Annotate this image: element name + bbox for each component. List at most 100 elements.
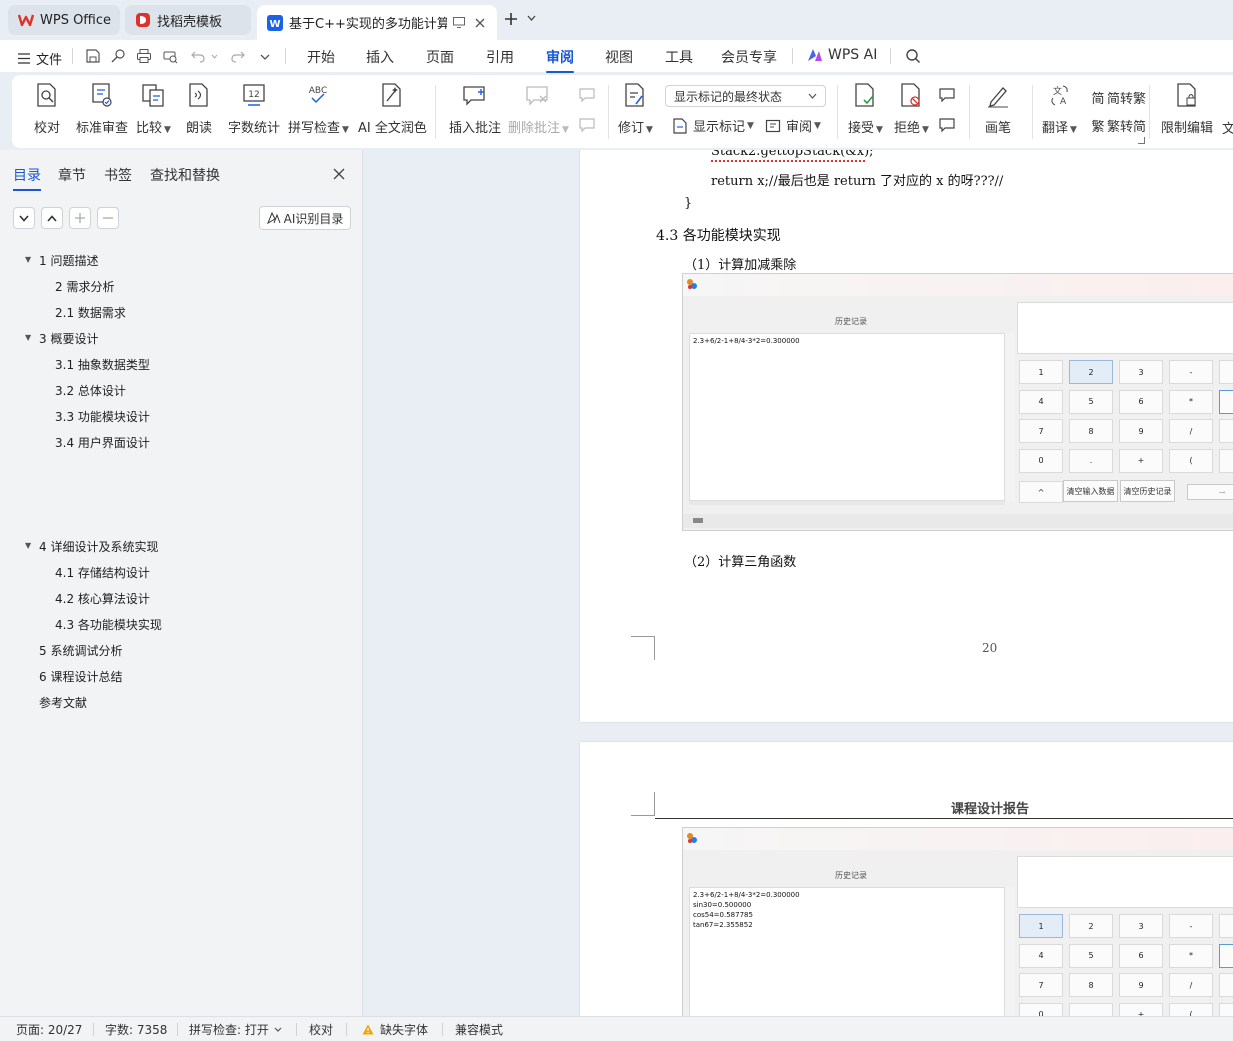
next-comment-icon[interactable]	[578, 117, 596, 133]
add-heading-button[interactable]	[69, 207, 91, 229]
accept-button[interactable]: 接受 ▼	[848, 81, 883, 136]
page-indicator[interactable]: 页面: 20/27	[16, 1021, 82, 1038]
toc-item[interactable]: 5 系统调试分析	[39, 642, 122, 659]
close-panel-icon[interactable]	[333, 168, 345, 180]
ribbon-expand-icon[interactable]	[1138, 137, 1145, 144]
calculator-key[interactable]: 5	[1069, 943, 1113, 968]
delete-comment-button[interactable]: 删除批注 ▼	[508, 81, 569, 136]
markup-display-select[interactable]: 显示标记的最终状态	[665, 85, 826, 107]
tab-docer-templates[interactable]: 找稻壳模板	[125, 5, 251, 35]
insert-comment-button[interactable]: 插入批注	[449, 81, 501, 136]
standard-review-button[interactable]: 标准审查	[76, 81, 128, 136]
toc-item[interactable]: 3.4 用户界面设计	[55, 434, 150, 451]
calculator-key[interactable]: 5	[1069, 389, 1113, 414]
calculator-key[interactable]: 7	[1019, 973, 1063, 997]
ai-toc-button[interactable]: AI识别目录	[259, 206, 351, 230]
toc-item[interactable]: 3.2 总体设计	[55, 382, 126, 399]
calculator-key[interactable]: 4	[1019, 943, 1063, 968]
calculator-key[interactable]: -	[1169, 914, 1213, 938]
calculator-key[interactable]: .	[1069, 448, 1113, 473]
calculator-key[interactable]: (	[1169, 448, 1213, 473]
calculator-key[interactable]: 6	[1119, 389, 1163, 414]
toc-item[interactable]: 4 详细设计及系统实现	[39, 538, 158, 555]
calculator-key[interactable]	[1219, 419, 1233, 443]
calculator-key[interactable]: 3	[1119, 360, 1163, 384]
more-dropdown-icon[interactable]	[260, 54, 270, 60]
menu-references[interactable]: 引用	[486, 47, 514, 67]
calculator-key[interactable]	[1219, 389, 1233, 414]
calculator-key[interactable]: 1	[1019, 914, 1063, 938]
chevron-down-icon[interactable]	[527, 15, 536, 21]
calculator-key[interactable]: 2	[1069, 360, 1113, 384]
toc-item[interactable]: 4.3 各功能模块实现	[55, 616, 162, 633]
calculator-key[interactable]	[1219, 973, 1233, 997]
spell-check-button[interactable]: ABC 拼写检查 ▼	[288, 81, 349, 136]
calculator-key[interactable]: *	[1169, 943, 1213, 968]
calculator-key[interactable]: 8	[1069, 973, 1113, 997]
key-power[interactable]: ^	[1019, 481, 1063, 503]
spell-check-status[interactable]: 拼写检查: 打开	[189, 1021, 282, 1038]
nav-tab-chapters[interactable]: 章节	[58, 165, 86, 185]
collapse-triangle-icon[interactable]: ▼	[25, 333, 31, 342]
ai-polish-button[interactable]: AI 全文润色	[358, 81, 427, 136]
calculator-key[interactable]: 4	[1019, 389, 1063, 414]
toc-item[interactable]: 6 课程设计总结	[39, 668, 122, 685]
toc-item[interactable]: 3.3 功能模块设计	[55, 408, 150, 425]
menu-tools[interactable]: 工具	[665, 47, 693, 67]
history-scrollbar[interactable]	[1005, 333, 1015, 501]
search-icon[interactable]	[905, 48, 921, 64]
show-markup-button[interactable]: 显示标记 ▼	[671, 116, 754, 135]
track-changes-button[interactable]: 修订 ▼	[618, 81, 653, 136]
calculator-key[interactable]	[1219, 1002, 1233, 1016]
close-tab-icon[interactable]	[475, 18, 485, 28]
remove-heading-button[interactable]	[97, 207, 119, 229]
toc-item[interactable]: 1 问题描述	[39, 252, 98, 269]
wps-ai-menu[interactable]: WPS AI	[807, 47, 877, 63]
menu-member[interactable]: 会员专享	[721, 47, 777, 67]
next-change-icon[interactable]	[938, 117, 956, 133]
clear-input-button[interactable]: 清空输入数据	[1063, 480, 1118, 502]
menu-insert[interactable]: 插入	[366, 47, 394, 67]
restrict-editing-button[interactable]: 限制编辑	[1161, 81, 1213, 136]
missing-font-status[interactable]: 缺失字体	[362, 1021, 428, 1038]
toc-item[interactable]: 3.1 抽象数据类型	[55, 356, 150, 373]
review-pane-button[interactable]: 审阅 ▼	[764, 116, 821, 135]
calculator-key[interactable]: /	[1169, 973, 1213, 997]
history-scrollbar[interactable]	[1005, 887, 1015, 1016]
tab-document[interactable]: W 基于C++实现的多功能计算器	[257, 5, 497, 40]
menu-view[interactable]: 视图	[605, 47, 633, 67]
toc-item[interactable]: 3 概要设计	[39, 330, 98, 347]
proofread-status[interactable]: 校对	[309, 1021, 333, 1038]
calculator-key[interactable]: 8	[1069, 419, 1113, 443]
compare-button[interactable]: 比较 ▼	[136, 81, 171, 136]
export-pdf-icon[interactable]	[110, 48, 126, 64]
document-canvas[interactable]: Stack2.gettopStack(&x); return x;//最后也是 …	[364, 150, 1233, 1016]
calculator-key[interactable]: +	[1119, 1002, 1163, 1016]
calculator-key[interactable]: 0	[1019, 448, 1063, 473]
nav-tab-toc[interactable]: 目录	[13, 165, 41, 191]
collapse-all-button[interactable]	[41, 207, 63, 229]
calculator-key[interactable]	[1219, 448, 1233, 473]
undo-dropdown-icon[interactable]	[211, 54, 218, 59]
save-icon[interactable]	[85, 48, 101, 64]
calculator-key[interactable]: 0	[1019, 1002, 1063, 1016]
calculator-key[interactable]: 6	[1119, 943, 1163, 968]
calculator-key[interactable]: -	[1169, 360, 1213, 384]
calculator-key[interactable]	[1219, 943, 1233, 968]
read-aloud-button[interactable]: 朗读	[186, 81, 212, 136]
calculator-key[interactable]: 9	[1119, 973, 1163, 997]
calculator-key[interactable]	[1219, 914, 1233, 938]
print-icon[interactable]	[136, 48, 152, 64]
print-preview-icon[interactable]	[162, 48, 178, 64]
arrow-button[interactable]: →	[1187, 484, 1233, 500]
collapse-triangle-icon[interactable]: ▼	[25, 255, 31, 264]
history-hscrollbar[interactable]	[689, 501, 1005, 505]
calculator-key[interactable]: 9	[1119, 419, 1163, 443]
calculator-key[interactable]: /	[1169, 419, 1213, 443]
reject-button[interactable]: 拒绝 ▼	[894, 81, 929, 136]
word-count-button[interactable]: 12 字数统计	[228, 81, 280, 136]
previous-change-icon[interactable]	[938, 87, 956, 103]
calculator-key[interactable]: +	[1119, 448, 1163, 473]
word-count-indicator[interactable]: 字数: 7358	[105, 1021, 167, 1038]
toc-item[interactable]: 2 需求分析	[55, 278, 114, 295]
